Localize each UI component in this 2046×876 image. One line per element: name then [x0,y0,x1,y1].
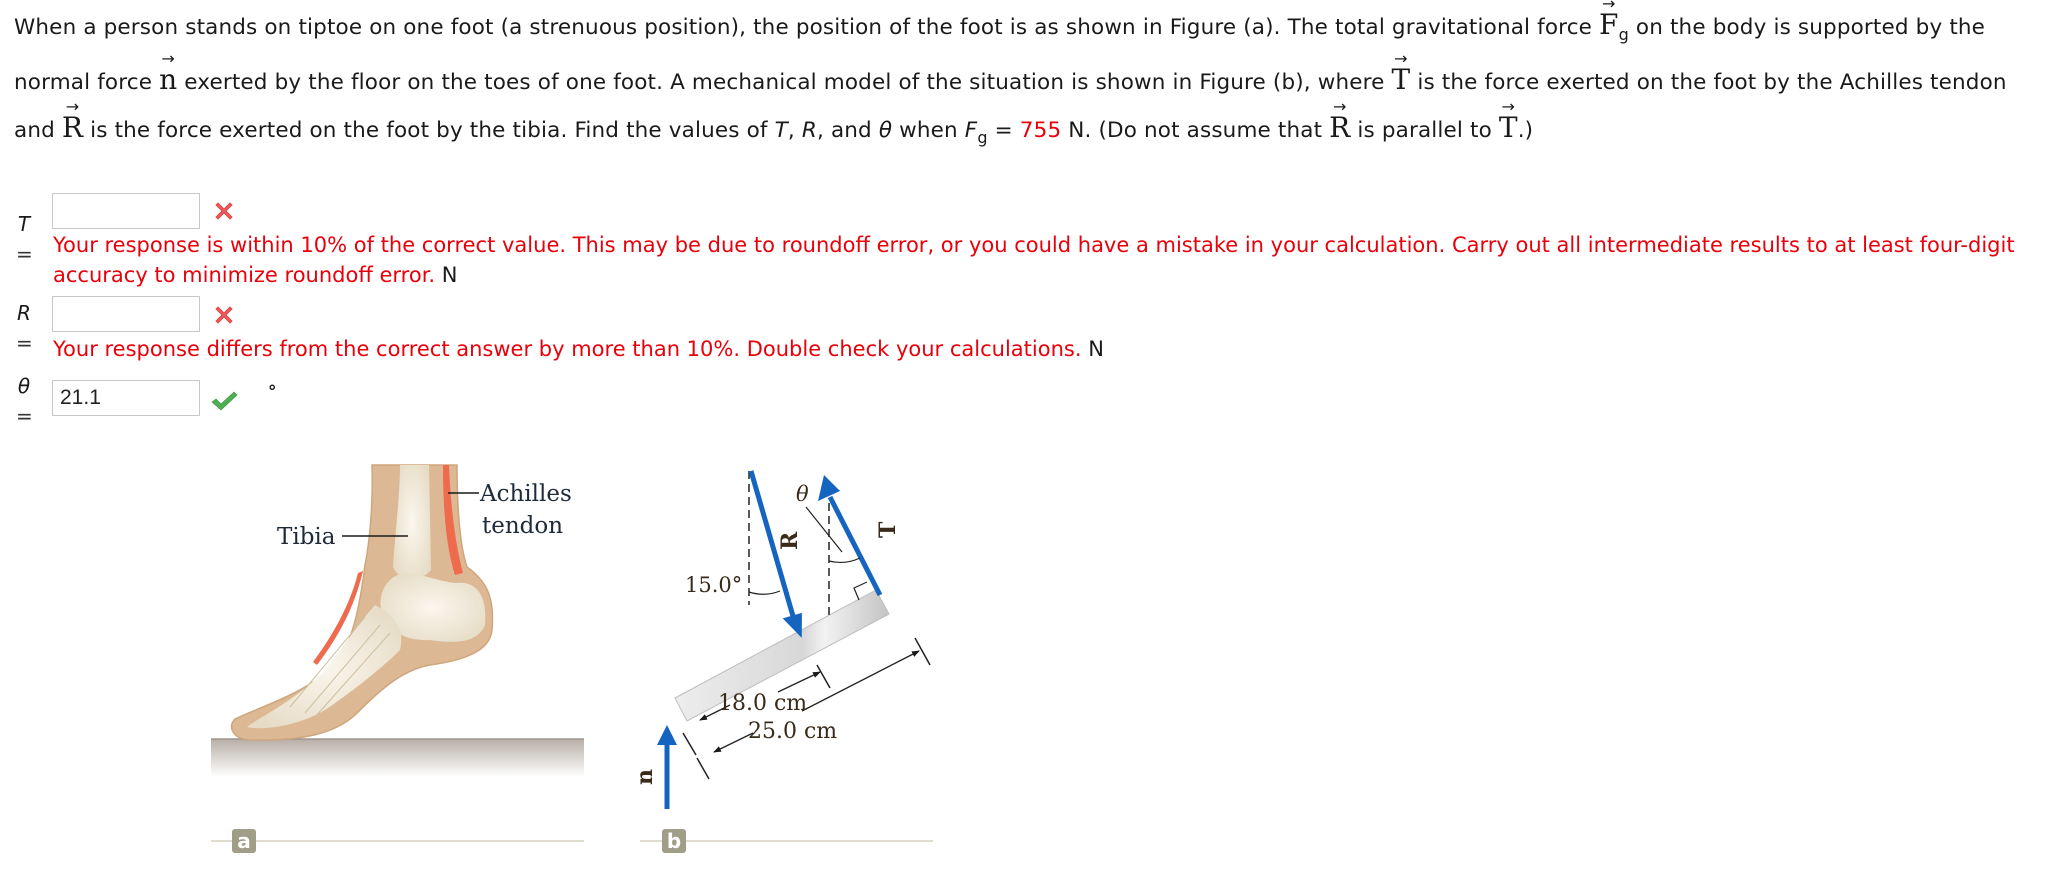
dimension-label-25: 25.0 cm [748,719,837,744]
problem-text: When a person stands on tiptoe on one fo… [14,15,1600,40]
angle-label-15: 15.0° [685,573,742,597]
var-T: T [774,118,788,143]
vector-T: → T [1498,97,1518,144]
answer-input-theta[interactable] [52,380,200,416]
problem-statement: When a person stands on tiptoe on one fo… [14,0,2007,147]
figure-a-foot-illustration: Tibia Achilles tendon a [211,464,584,853]
vector-n: → n [159,49,178,96]
label-vector-n: n [632,769,658,785]
fg-value: 755 [1019,118,1062,143]
var-Fg: F [964,118,978,143]
label-achilles: Achilles [479,481,572,507]
vector-T-head [818,475,840,501]
vector-T: → T [1391,49,1411,96]
feedback-R: Your response differs from the correct a… [53,337,1104,361]
var-theta: θ [878,118,893,143]
label-tibia: Tibia [277,524,336,550]
angle-label-theta: θ [796,482,809,506]
equals-sign: = [16,242,33,266]
label-vector-T: T [875,521,901,538]
figure-b-mechanical-model: 15.0° θ R T n 18.0 cm 25.0 cm b [632,470,933,853]
label-vector-R: R [777,531,803,550]
vector-F: → F [1599,0,1619,41]
dimension-label-18: 18.0 cm [718,691,807,716]
vector-n-head [657,725,677,745]
correct-check-icon [211,391,238,411]
svg-text:T: T [875,521,901,538]
incorrect-x-icon [215,306,233,324]
answer-input-T[interactable] [52,193,200,229]
unit-degree: ° [268,382,277,402]
floor [211,739,584,777]
angle-arc-15 [748,590,781,595]
equals-sign: = [16,331,33,355]
angle-arc-theta [828,557,861,564]
dimension-25-arrow-right [801,650,920,712]
feedback-T: Your response is within 10% of the corre… [53,233,2015,287]
subscript-g: g [1618,25,1629,44]
svg-text:n: n [632,769,658,785]
unit-N: N [1088,337,1104,361]
var-R: R [801,118,817,143]
answer-label-T: T [17,212,31,236]
svg-text:R: R [777,531,803,550]
dimension-18-arrow-right [777,671,821,693]
incorrect-x-icon [215,202,233,220]
answer-label-theta: θ [17,374,31,398]
vector-R: → R [1329,97,1351,144]
label-tendon: tendon [482,513,563,539]
svg-text:a: a [237,829,251,853]
unit-N: N [441,263,458,287]
answer-input-R[interactable] [52,296,200,332]
equals-sign: = [16,404,33,428]
answer-label-R: R [17,301,31,325]
svg-text:b: b [667,829,681,853]
vector-R: → R [61,97,84,144]
